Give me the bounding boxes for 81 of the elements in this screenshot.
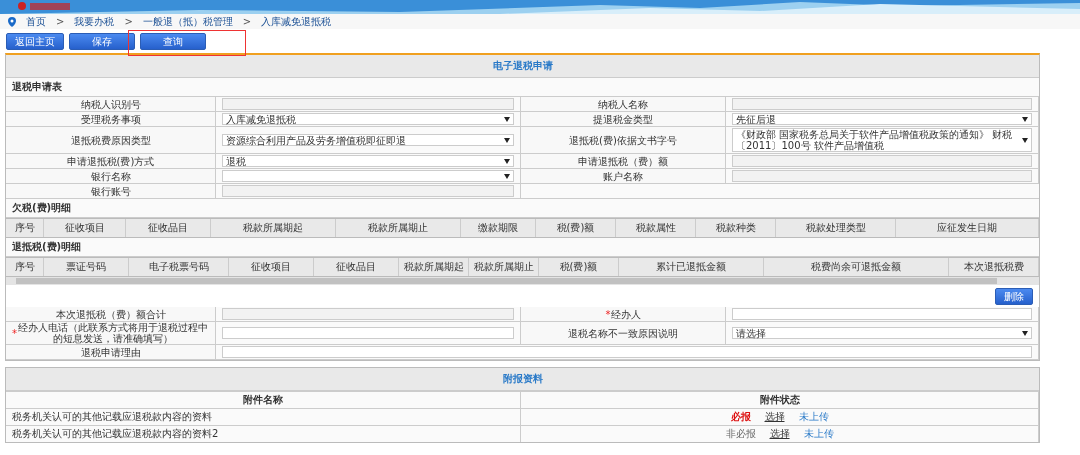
upload-status: 未上传	[803, 427, 834, 441]
breadcrumb-separator: >	[124, 16, 133, 27]
form-label: 账户名称	[521, 169, 726, 184]
form-label: 退抵税(费)依据文书字号	[521, 127, 726, 154]
select-field[interactable]: 先征后退	[732, 113, 1032, 125]
column-header: 缴款期限	[461, 219, 536, 237]
column-header: 附件名称	[243, 393, 283, 407]
column-header: 累计已退抵金额	[619, 258, 764, 276]
column-header: 税款处理类型	[776, 219, 896, 237]
select-field[interactable]: 请选择	[732, 327, 1032, 339]
panel-title: 附报资料	[502, 373, 543, 384]
toolbar-button[interactable]: 查询	[140, 33, 206, 50]
form-label: 申请退抵税(费)方式	[6, 154, 216, 169]
form-label: 银行名称	[6, 169, 216, 184]
form-label: 退抵税费原因类型	[6, 127, 216, 154]
form-label: 纳税人名称	[521, 97, 726, 112]
column-header: 附件状态	[759, 393, 800, 407]
form-label: *经办人	[521, 307, 726, 322]
breadcrumb-link[interactable]: 一般退（抵）税管理	[142, 14, 233, 29]
input-field[interactable]	[222, 327, 514, 339]
attachment-name: 税务机关认可的其他记载应退税款内容的资料2	[12, 427, 219, 441]
requirement-label: 必报	[730, 410, 751, 424]
breadcrumb-link[interactable]: 入库减免退抵税	[261, 14, 332, 29]
select-field[interactable]: 资源综合利用产品及劳务增值税即征即退	[222, 134, 514, 146]
input-field[interactable]	[222, 346, 1032, 358]
form-label: 本次退抵税（费）额合计	[6, 307, 216, 322]
column-header: 税款所属期止	[336, 219, 461, 237]
caret-icon	[1022, 137, 1028, 143]
attachment-name: 税务机关认可的其他记载应退税款内容的资料	[12, 410, 212, 424]
column-header: 税款属性	[616, 219, 696, 237]
caret-icon	[504, 173, 510, 179]
form-label: 纳税人识别号	[6, 97, 216, 112]
column-header: 票证号码	[44, 258, 129, 276]
section-title: 欠税(费)明细	[12, 202, 72, 213]
section-title: 退抵税(费)明细	[12, 241, 82, 252]
caret-icon	[1022, 116, 1028, 122]
column-header: 征收品目	[126, 219, 211, 237]
column-header: 税款所属期起	[211, 219, 336, 237]
toolbar-button[interactable]: 保存	[69, 33, 135, 50]
select-field[interactable]: 《财政部 国家税务总局关于软件产品增值税政策的通知》 财税〔2011〕100号 软件产品增值税	[732, 128, 1032, 152]
upload-status: 未上传	[798, 410, 829, 424]
column-header: 序号	[6, 219, 44, 237]
column-header: 税款种类	[696, 219, 776, 237]
breadcrumb-separator: >	[242, 16, 252, 27]
breadcrumb-link[interactable]: 我要办税	[74, 14, 115, 29]
caret-icon	[504, 158, 510, 164]
column-header: 电子税票号码	[129, 258, 229, 276]
form-label: 退税申请理由	[6, 345, 216, 360]
column-header: 税(费)额	[539, 258, 619, 276]
horizontal-scrollbar[interactable]	[6, 277, 1039, 285]
select-field[interactable]	[222, 170, 514, 182]
column-header: 税款所属期起	[399, 258, 469, 276]
requirement-label: 非必报	[725, 427, 756, 441]
section-title: 退税申请表	[12, 81, 62, 92]
form-label: 银行账号	[6, 184, 216, 199]
choose-link[interactable]: 选择	[769, 427, 790, 441]
caret-icon	[504, 137, 510, 143]
column-header: 税费尚余可退抵金额	[764, 258, 949, 276]
breadcrumb-link[interactable]: 首页	[26, 14, 46, 29]
form-label: 提退税金类型	[521, 112, 726, 127]
select-field[interactable]: 入库减免退抵税	[222, 113, 514, 125]
column-header: 税(费)额	[536, 219, 616, 237]
column-header: 征收项目	[229, 258, 314, 276]
toolbar-button[interactable]: 返回主页	[6, 33, 64, 50]
column-header: 序号	[6, 258, 44, 276]
panel-title: 电子退税申请	[492, 60, 553, 71]
column-header: 应征发生日期	[896, 219, 1039, 237]
breadcrumb-separator: >	[56, 16, 65, 27]
select-field[interactable]: 退税	[222, 155, 514, 167]
form-label: 申请退抵税（费）额	[521, 154, 726, 169]
caret-icon	[504, 116, 510, 122]
column-header: 税款所属期止	[469, 258, 539, 276]
column-header: 征收品目	[314, 258, 399, 276]
column-header: 本次退抵税费	[949, 258, 1039, 276]
input-field[interactable]	[732, 308, 1032, 320]
caret-icon	[1022, 330, 1028, 336]
form-label: 受理税务事项	[6, 112, 216, 127]
delete-button[interactable]: 删除	[995, 288, 1033, 305]
choose-link[interactable]: 选择	[764, 410, 785, 424]
column-header: 征收项目	[44, 219, 126, 237]
form-label: 退税名称不一致原因说明	[521, 322, 726, 345]
